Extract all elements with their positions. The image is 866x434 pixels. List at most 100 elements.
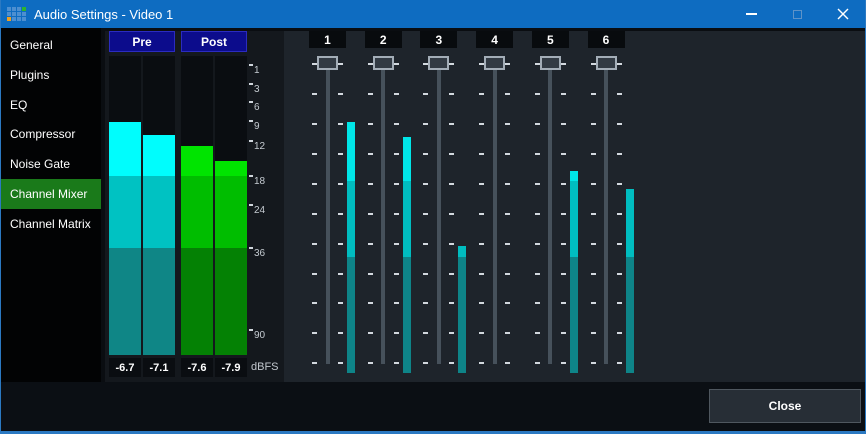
- sidebar-item-eq[interactable]: EQ: [1, 90, 101, 120]
- fader-tick: [423, 93, 428, 95]
- titlebar[interactable]: Audio Settings - Video 1: [0, 0, 866, 28]
- channel-4-fader-track[interactable]: [493, 57, 497, 364]
- fader-tick: [617, 93, 622, 95]
- sidebar-item-label: Plugins: [10, 68, 49, 82]
- fader-tick: [394, 93, 399, 95]
- fader-tick: [394, 183, 399, 185]
- scale-tick-mark: [249, 204, 253, 206]
- scale-label: 24: [254, 204, 265, 217]
- pre-meter-bar-segment: [109, 176, 141, 248]
- settings-sidebar: General Plugins EQ Compressor Noise Gate Chan…: [1, 28, 101, 382]
- fader-tick: [561, 273, 566, 275]
- fader-tick: [449, 183, 454, 185]
- sidebar-item-noise-gate[interactable]: Noise Gate: [1, 149, 101, 179]
- fader-tick: [394, 213, 399, 215]
- fader-tick: [591, 153, 596, 155]
- fader-tick: [505, 302, 510, 304]
- fader-tick: [505, 332, 510, 334]
- post-meter-value: -7.9: [215, 358, 247, 377]
- sidebar-item-compressor[interactable]: Compressor: [1, 119, 101, 149]
- fader-tick: [423, 243, 428, 245]
- close-window-button[interactable]: [820, 0, 866, 28]
- fader-tick: [449, 213, 454, 215]
- scale-label: 18: [254, 175, 265, 188]
- fader-tick: [505, 362, 510, 364]
- fader-tick: [505, 123, 510, 125]
- fader-tick: [479, 332, 484, 334]
- fader-tick: [505, 213, 510, 215]
- fader-tick: [338, 213, 343, 215]
- fader-tick: [561, 183, 566, 185]
- fader-tick: [449, 273, 454, 275]
- channel-5-fader-handle[interactable]: [540, 56, 561, 70]
- fader-tick: [312, 183, 317, 185]
- channel-3-level-meter: [458, 246, 466, 257]
- fader-tick: [394, 243, 399, 245]
- channel-6-fader-handle[interactable]: [596, 56, 617, 70]
- fader-tick: [312, 243, 317, 245]
- channel-6-fader-track[interactable]: [604, 57, 608, 364]
- pre-meter-bar-segment: [143, 176, 175, 248]
- fader-tick: [423, 213, 428, 215]
- fader-tick: [479, 153, 484, 155]
- channel-3-fader-handle[interactable]: [428, 56, 449, 70]
- fader-tick: [368, 332, 373, 334]
- fader-tick: [591, 213, 596, 215]
- app-icon-square: [7, 12, 11, 16]
- scale-tick-mark: [249, 83, 253, 85]
- pre-meter-bar-segment: [143, 248, 175, 355]
- close-button[interactable]: Close: [709, 389, 861, 423]
- fader-tick: [449, 93, 454, 95]
- fader-tick: [394, 273, 399, 275]
- channel-1-fader-handle[interactable]: [317, 56, 338, 70]
- fader-tick: [449, 63, 454, 65]
- fader-tick: [312, 332, 317, 334]
- channel-6-level-meter: [626, 257, 634, 373]
- channel-2-fader-track[interactable]: [381, 57, 385, 364]
- channel-mixer-panel: 123456: [284, 31, 866, 382]
- channel-1-label: 1: [309, 31, 346, 48]
- fader-tick: [394, 153, 399, 155]
- minimize-button[interactable]: [728, 0, 774, 28]
- sidebar-item-channel-matrix[interactable]: Channel Matrix: [1, 209, 101, 239]
- fader-tick: [338, 362, 343, 364]
- channel-5-fader-track[interactable]: [548, 57, 552, 364]
- fader-tick: [449, 243, 454, 245]
- channel-5-label: 5: [532, 31, 569, 48]
- app-icon-square: [12, 7, 16, 11]
- channel-1-level-meter: [347, 122, 355, 181]
- sidebar-item-label: Noise Gate: [10, 157, 70, 171]
- fader-tick: [561, 153, 566, 155]
- sidebar-item-plugins[interactable]: Plugins: [1, 60, 101, 90]
- fader-tick: [449, 123, 454, 125]
- channel-2-fader-handle[interactable]: [373, 56, 394, 70]
- fader-tick: [312, 93, 317, 95]
- fader-tick: [394, 302, 399, 304]
- fader-tick: [338, 332, 343, 334]
- pre-meter-bar-segment: [143, 135, 175, 176]
- app-icon-square: [7, 17, 11, 21]
- fader-tick: [535, 243, 540, 245]
- sidebar-item-channel-mixer[interactable]: Channel Mixer: [1, 179, 101, 209]
- fader-tick: [368, 123, 373, 125]
- fader-tick: [617, 153, 622, 155]
- fader-tick: [591, 123, 596, 125]
- sidebar-item-general[interactable]: General: [1, 30, 101, 60]
- app-icon-square: [22, 12, 26, 16]
- channel-3-fader-track[interactable]: [437, 57, 441, 364]
- app-icon-square: [17, 7, 21, 11]
- fader-tick: [561, 93, 566, 95]
- fader-tick: [505, 93, 510, 95]
- dbfs-unit-label: dBFS: [251, 358, 279, 377]
- fader-tick: [423, 302, 428, 304]
- channel-1-fader-track[interactable]: [326, 57, 330, 364]
- fader-tick: [423, 362, 428, 364]
- audio-settings-dialog: Audio Settings - Video 1 General Plugins E…: [0, 0, 866, 434]
- channel-4-fader-handle[interactable]: [484, 56, 505, 70]
- maximize-icon: [793, 10, 802, 19]
- fader-tick: [535, 153, 540, 155]
- sidebar-item-label: Compressor: [10, 127, 75, 141]
- fader-tick: [535, 183, 540, 185]
- fader-tick: [479, 362, 484, 364]
- post-meter-bar-segment: [215, 176, 247, 248]
